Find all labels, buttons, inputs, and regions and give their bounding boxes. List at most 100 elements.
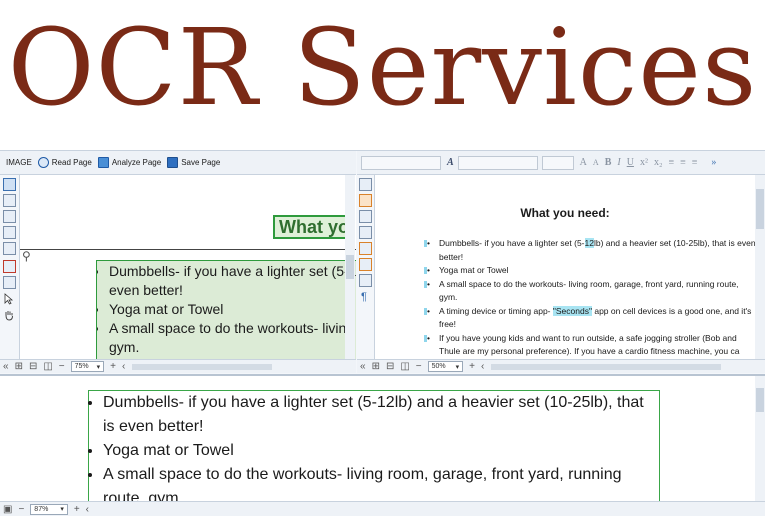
font-style-icon[interactable]: A [447,157,454,168]
font-size-select[interactable] [541,155,574,170]
document-list-item: Yoga mat or Towel [424,264,755,278]
analyze-page-icon [97,157,109,168]
zoom-out-icon[interactable]: − [416,361,422,372]
document-list-item: A timing device or timing app- "Seconds"… [424,305,755,332]
select-text-area-icon[interactable] [3,178,16,191]
banner: OCR Services [0,0,765,150]
underline-button[interactable]: U [627,157,634,168]
image-canvas[interactable]: What yo ⚲ Dumbbells- if you have a light… [20,175,356,359]
zoom-canvas[interactable]: Dumbbells- if you have a lighter set (5-… [0,376,755,501]
scrollbar-thumb[interactable] [756,189,764,229]
list-item-continuation: gym. [109,339,140,355]
collapse-icon[interactable]: « [360,361,366,372]
image-toolbar: IMAGE Read Page Analyze Page Save Page [0,151,356,175]
spell-check-icon[interactable] [359,258,372,271]
zoom-in-icon[interactable]: + [469,361,475,372]
pointer-icon[interactable] [3,292,16,305]
image-tools-sidebar [0,175,20,359]
table-area-icon[interactable] [3,226,16,239]
zoom-status-bar: ▣ − 87% ▾ + ‹ [0,501,765,516]
list-item: Dumbbells- if you have a lighter set (5-… [109,262,356,281]
list-item: Yoga mat or Towel [109,300,356,319]
pane-settings-icon[interactable]: ▣ [3,504,12,515]
grow-font-button[interactable]: A [580,157,587,168]
heading-text-area[interactable]: What yo [273,215,355,239]
document-list-item: If you have young kids and want to run o… [424,332,755,359]
fit-page-icon[interactable]: ⊞ [15,361,23,372]
delete-area-icon[interactable] [3,260,16,273]
zoom-pane-zoom-select[interactable]: 87% ▾ [30,503,68,515]
image-horizontal-scrollbar[interactable] [132,363,273,370]
zoomed-text-area[interactable]: Dumbbells- if you have a lighter set (5-… [88,390,660,501]
list-item: A small space to do the workouts- living [109,319,356,338]
paragraph-mark-icon[interactable]: ¶ [361,291,367,303]
editor-tools-sidebar: ¶ [357,175,375,359]
font-family-select[interactable] [457,155,538,170]
italic-button[interactable]: I [617,157,620,168]
editor-status-bar: « ⊞ ⊟ ◫ − 50% ▾ + ‹ [357,359,765,373]
recognition-area-icon[interactable] [3,210,16,223]
document-list: Dumbbells- if you have a lighter set (5-… [424,237,755,359]
divider-line [20,249,356,250]
search-icon[interactable] [359,242,372,255]
align-left-icon[interactable]: ≡ [668,157,674,168]
picture-area-icon[interactable] [3,194,16,207]
bold-button[interactable]: B [605,157,612,168]
zoom-vertical-scrollbar[interactable] [755,376,765,501]
background-area-icon[interactable] [3,242,16,255]
save-page-button[interactable]: Save Page [167,157,220,168]
collapse-icon[interactable]: « [3,361,9,372]
editor-zoom-select[interactable]: 50% ▾ [427,361,464,372]
more-options-icon[interactable]: » [711,157,716,168]
fit-width-icon[interactable]: ⊟ [386,361,394,372]
zoom-pane: Dumbbells- if you have a lighter set (5-… [0,374,765,516]
list-text-area[interactable]: Dumbbells- if you have a lighter set (5-… [96,260,356,359]
fit-page-icon[interactable]: ⊞ [372,361,380,372]
scrollbar-thumb[interactable] [756,388,764,412]
zoom-out-icon[interactable]: − [18,504,24,515]
document-list-item: Dumbbells- if you have a lighter set (5-… [424,237,755,264]
magnifier-icon: ⚲ [22,249,31,263]
scroll-left-icon[interactable]: ‹ [481,361,484,372]
hand-icon[interactable] [3,308,16,321]
order-areas-icon[interactable] [3,276,16,289]
highlight-icon[interactable] [359,274,372,287]
image-vertical-scrollbar[interactable] [345,175,355,359]
page-icon[interactable] [359,194,372,207]
subscript-button[interactable]: x₂ [654,157,663,168]
scroll-left-icon[interactable]: ‹ [122,361,125,372]
banner-title: OCR Services [7,6,758,129]
layout-icon[interactable] [359,178,372,191]
zoom-in-icon[interactable]: + [74,504,80,515]
zoom-out-icon[interactable]: − [59,361,65,372]
image-pane: IMAGE Read Page Analyze Page Save Page W… [0,151,356,373]
align-right-icon[interactable]: ≡ [692,157,698,168]
formatted-text-icon[interactable] [359,226,372,239]
zoomed-list-item: Dumbbells- if you have a lighter set (5-… [103,391,659,439]
style-select[interactable] [361,155,441,170]
text-editor-pane: A A A B I U x² x₂ ≡ ≡ ≡ » ¶ What you nee… [357,151,765,373]
document-heading: What you need: [520,206,610,220]
zoom-in-icon[interactable]: + [110,361,116,372]
analyze-page-button[interactable]: Analyze Page [97,157,161,168]
read-page-icon [37,157,49,168]
document-view[interactable]: What you need: Dumbbells- if you have a … [375,175,755,359]
shrink-font-button[interactable]: A [593,158,599,167]
chevron-down-icon: ▾ [455,363,460,371]
image-zoom-select[interactable]: 75% ▾ [70,361,105,372]
image-label: IMAGE [6,158,32,167]
align-center-icon[interactable]: ≡ [680,157,686,168]
scrollbar-thumb[interactable] [346,255,354,279]
save-page-icon [167,157,179,168]
read-page-button[interactable]: Read Page [37,157,92,168]
fit-height-icon[interactable]: ◫ [43,361,52,372]
fit-height-icon[interactable]: ◫ [400,361,409,372]
document-list-item: A small space to do the workouts- living… [424,278,755,305]
scroll-left-icon[interactable]: ‹ [86,504,89,515]
read-page-label: Read Page [51,158,92,167]
superscript-button[interactable]: x² [640,157,648,168]
editor-horizontal-scrollbar[interactable] [491,363,722,370]
editable-copy-icon[interactable] [359,210,372,223]
fit-width-icon[interactable]: ⊟ [29,361,37,372]
editor-vertical-scrollbar[interactable] [755,175,765,359]
